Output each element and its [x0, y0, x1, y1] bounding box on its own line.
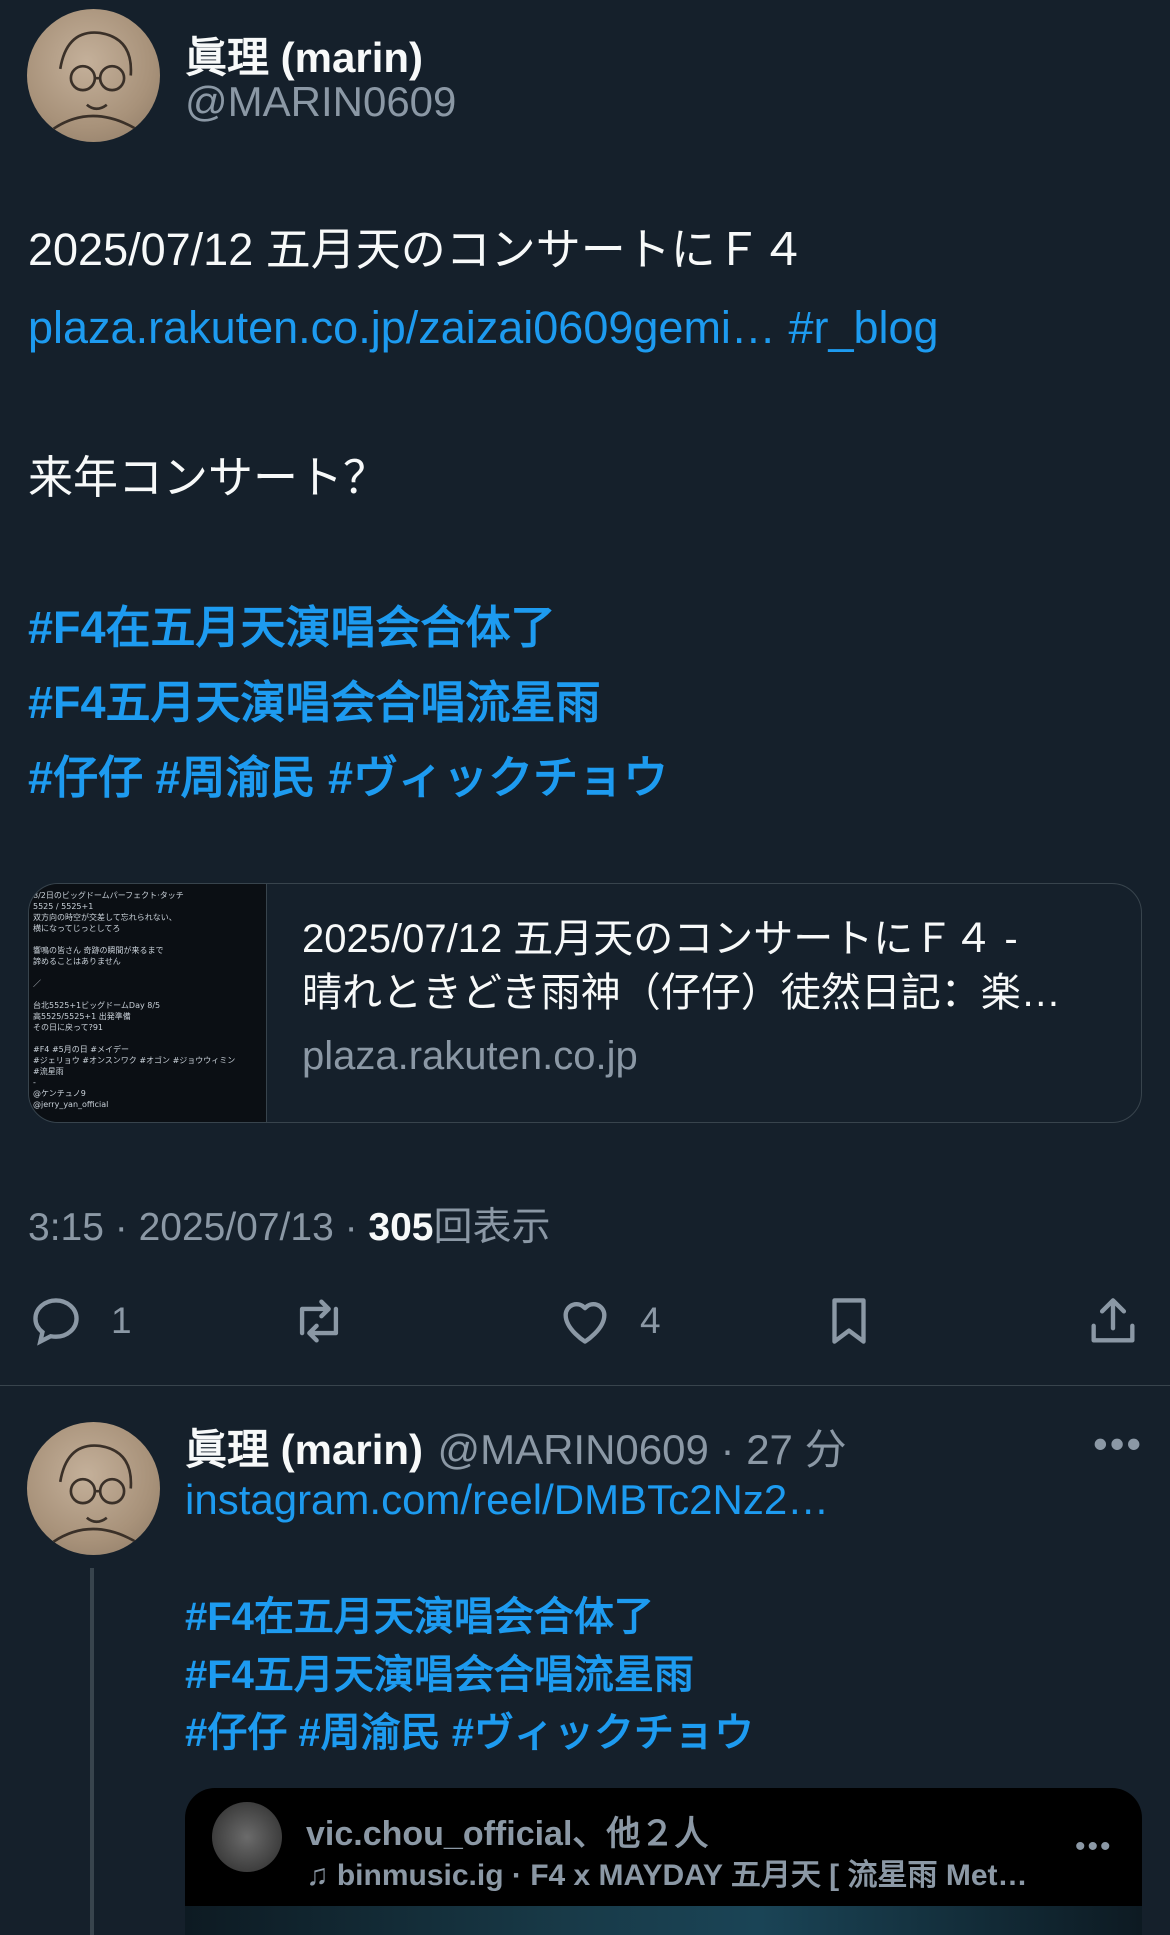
reply-icon — [33, 1298, 79, 1346]
link-card[interactable]: 8/2日のビッグドームパーフェクト·タッチ 5525 / 5525+1 双方向の時空… — [28, 883, 1142, 1123]
bookmark-button[interactable] — [820, 1292, 878, 1350]
hashtag-r-blog[interactable]: #r_blog — [788, 302, 938, 353]
thumb-text-line: 諦めることはありません — [33, 957, 121, 966]
view-count: 305 — [368, 1206, 434, 1249]
reply-count: 1 — [111, 1300, 132, 1341]
card-thumbnail: 8/2日のビッグドームパーフェクト·タッチ 5525 / 5525+1 双方向の時空… — [29, 884, 267, 1122]
hashtag-line[interactable]: #F4五月天演唱会合唱流星雨 — [185, 1646, 754, 1704]
like-count: 4 — [640, 1300, 661, 1341]
reply-author-handle[interactable]: @MARIN0609 · 27 分 — [437, 1426, 846, 1473]
embed-music: ♫ binmusic.ig · F4 x MAYDAY 五月天 [ 流星雨 Me… — [306, 1850, 1028, 1894]
thumb-text-line: 双方向の時空が交差して忘れられない、 — [33, 913, 177, 922]
embed-video-preview[interactable] — [185, 1906, 1142, 1935]
reply-hashtags: #F4在五月天演唱会合体了 #F4五月天演唱会合唱流星雨 #仔仔 #周渝民 #ヴ… — [185, 1588, 754, 1762]
post-hashtags: #F4在五月天演唱会合体了 #F4五月天演唱会合唱流星雨 #仔仔 #周渝民 #ヴ… — [28, 590, 668, 815]
reply-link[interactable]: instagram.com/reel/DMBTc2Nz2… — [185, 1476, 829, 1524]
card-title-line: 2025/07/12 五月天のコンサートにＦ４ - — [302, 917, 1018, 961]
avatar[interactable] — [27, 9, 160, 142]
post-meta: 3:15 · 2025/07/13 · 305回表示 — [28, 1196, 551, 1252]
thumb-text-line: 横になってじっとしてろ — [33, 924, 121, 933]
author-name[interactable]: 眞理 (marin) — [185, 24, 423, 85]
thumb-text-line: #ジェリョウ #オンスンワク #オゴン #ジョウウィミン — [33, 1056, 236, 1065]
hashtag-line[interactable]: #F4五月天演唱会合唱流星雨 — [28, 665, 668, 740]
share-icon — [1091, 1298, 1135, 1343]
divider — [0, 1385, 1170, 1386]
bookmark-icon — [832, 1298, 866, 1344]
reply-button[interactable]: 1 — [27, 1292, 132, 1350]
card-domain: plaza.rakuten.co.jp — [302, 1034, 638, 1078]
share-button[interactable] — [1084, 1292, 1142, 1350]
thumb-text-line: 響鳴の皆さん 奇跡の瞬間が来るまで — [33, 946, 164, 955]
hashtag-line[interactable]: #F4在五月天演唱会合体了 — [185, 1588, 754, 1646]
thumb-text-line — [33, 1033, 262, 1044]
thumb-text-line: ／ — [33, 979, 41, 988]
thumb-text-line: その日に戻って?91 — [33, 1023, 104, 1032]
view-count-label: 回表示 — [433, 1206, 551, 1249]
post-link[interactable]: plaza.rakuten.co.jp/zaizai0609gemi… — [28, 302, 776, 353]
thumb-text-line — [33, 967, 262, 978]
retweet-button[interactable] — [290, 1292, 348, 1350]
post-link-line: plaza.rakuten.co.jp/zaizai0609gemi… #r_b… — [28, 288, 939, 368]
reply-avatar[interactable] — [27, 1422, 160, 1555]
hashtag-line[interactable]: #仔仔 #周渝民 #ヴィックチョウ — [185, 1704, 754, 1762]
card-title-line: 晴れときどき雨神（仔仔）徒然日記：楽… — [302, 971, 1061, 1015]
author-handle[interactable]: @MARIN0609 — [185, 78, 456, 126]
thumb-text-line: #流星雨 — [33, 1067, 64, 1076]
hashtag-line[interactable]: #仔仔 #周渝民 #ヴィックチョウ — [28, 740, 668, 815]
thread-line — [90, 1568, 94, 1935]
thumb-text-line: #F4 #5月の日 #メイデー — [33, 1045, 129, 1054]
embed-avatar — [212, 1802, 282, 1872]
thumb-text-line: @jerry_yan_official — [33, 1100, 109, 1109]
post-text-line1: 2025/07/12 五月天のコンサートにＦ４ — [28, 224, 806, 275]
music-note-icon: ♫ — [306, 1859, 337, 1892]
post-text-line2: 来年コンサート？ — [28, 452, 389, 503]
post-timestamp[interactable]: 3:15 · 2025/07/13 · — [28, 1206, 368, 1249]
thumb-text-line — [33, 989, 262, 1000]
thumb-text-line: - — [33, 1078, 36, 1087]
reply-author-name[interactable]: 眞理 (marin) — [185, 1426, 423, 1473]
thumb-text-line: 5525 / 5525+1 — [33, 902, 94, 911]
like-button[interactable]: 4 — [556, 1292, 661, 1350]
hashtag-line[interactable]: #F4在五月天演唱会合体了 — [28, 590, 668, 665]
thumb-text-line: 高5525/5525+1 出発準備 — [33, 1012, 131, 1021]
embed-more-icon[interactable]: ••• — [1075, 1830, 1113, 1864]
card-title: 2025/07/12 五月天のコンサートにＦ４ - 晴れときどき雨神（仔仔）徒然… — [302, 912, 1061, 1020]
thumb-text-line — [33, 934, 262, 945]
heart-icon — [563, 1302, 607, 1344]
more-options-icon[interactable]: ••• — [1093, 1420, 1143, 1468]
embed-music-text: binmusic.ig · F4 x MAYDAY 五月天 [ 流星雨 Met… — [336, 1859, 1028, 1892]
thumb-text-line: 台北5525+1ビッグドームDay 8/5 — [33, 1001, 161, 1010]
reply-header: 眞理 (marin) @MARIN0609 · 27 分 — [185, 1416, 847, 1477]
thumb-text-line: 8/2日のビッグドームパーフェクト·タッチ — [33, 891, 184, 900]
instagram-embed[interactable]: vic.chou_official、他２人 ♫ binmusic.ig · F4… — [185, 1788, 1142, 1935]
embed-account[interactable]: vic.chou_official、他２人 — [306, 1806, 708, 1855]
thumb-text-line: @ケンチュノ9 — [33, 1089, 86, 1098]
retweet-icon — [299, 1299, 339, 1343]
